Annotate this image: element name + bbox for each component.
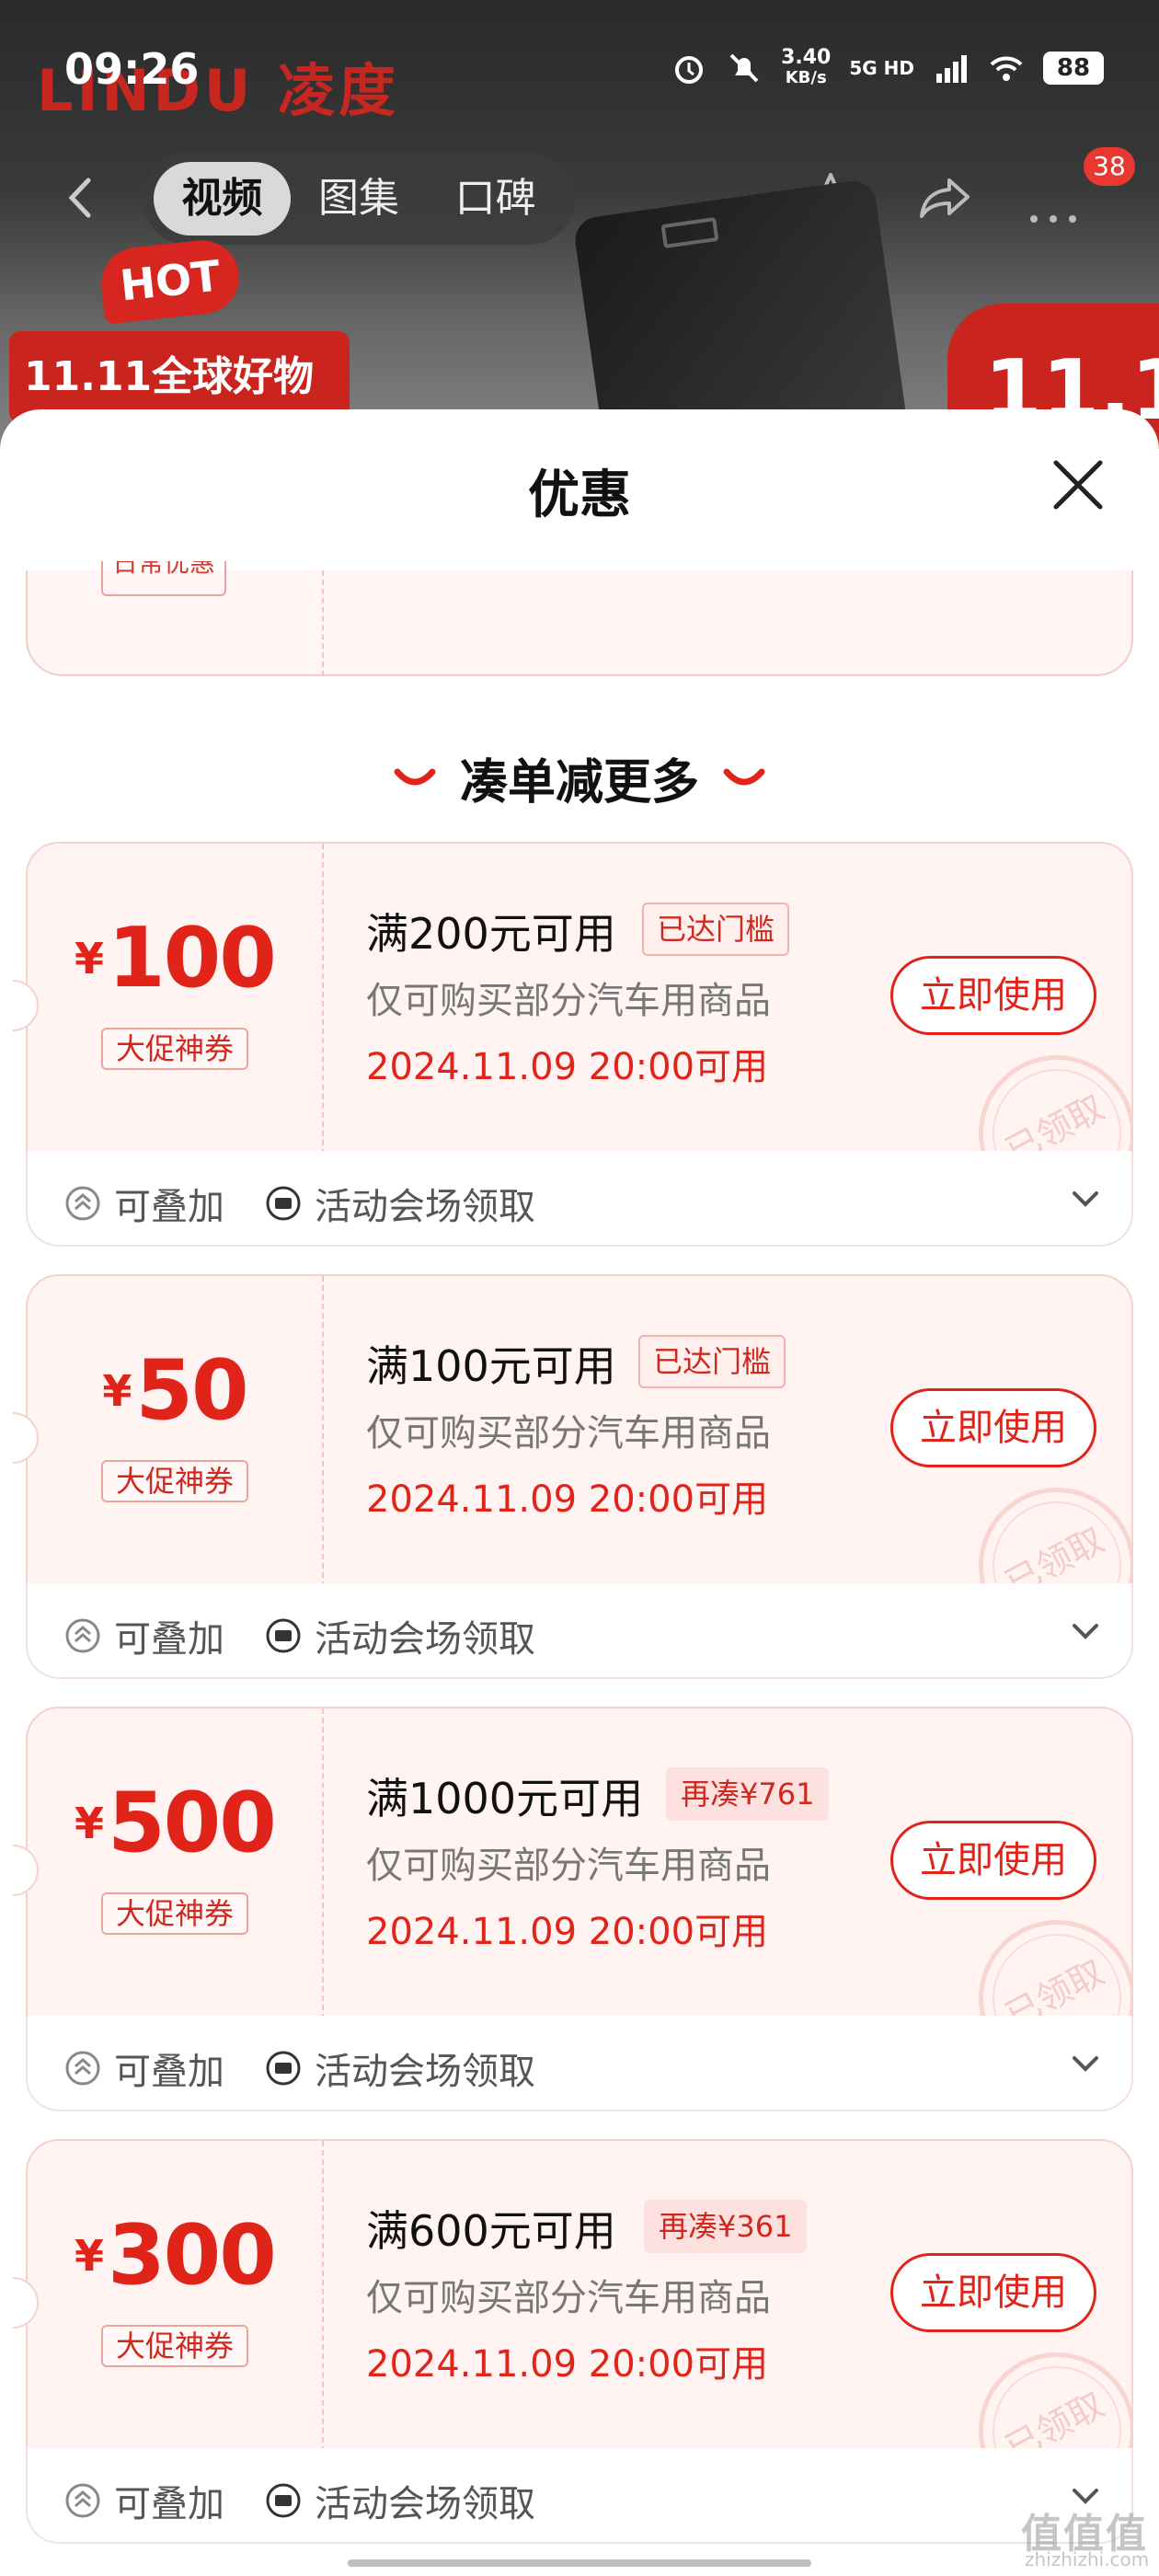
coupon-date: 2024.11.09 20:00可用 — [366, 1911, 769, 1953]
claimed-stamp: 已领取 — [951, 1460, 1131, 1583]
coupon-footer[interactable]: 可叠加 活动会场领取 — [26, 2016, 1133, 2111]
section-heading: 凑单减更多 — [0, 741, 1159, 814]
coupon-scope: 仅可购买部分汽车用商品 — [366, 1412, 771, 1455]
smile-right-icon — [723, 768, 765, 786]
coupon-scope: 仅可购买部分汽车用商品 — [366, 980, 771, 1022]
coupon-card: ¥50 大促神券 满100元可用 已达门槛 仅可购买部分汽车用商品 2024.1… — [13, 1274, 1133, 1679]
stack-icon — [65, 1186, 100, 1221]
coupon-main: ¥50 大促神券 满100元可用 已达门槛 仅可购买部分汽车用商品 2024.1… — [26, 1274, 1133, 1585]
coupon-footer[interactable]: 可叠加 活动会场领取 — [26, 1583, 1133, 1679]
coupon-divider — [322, 1276, 324, 1583]
back-arrow-icon[interactable] — [59, 175, 105, 221]
product-page-background: LINDU 凌度 09:26 3.40 KB/s 5G HD 88 视频 图集 … — [0, 0, 1159, 478]
more-dots-icon[interactable] — [1021, 167, 1085, 232]
share-icon[interactable] — [912, 167, 977, 232]
coupon-sheet: 优惠 日常优惠 凑单减更多 ¥100 大促神券 满200元可用 已达门槛 仅可购… — [0, 409, 1159, 2576]
stack-icon — [65, 2051, 100, 2086]
network-label: 5G HD — [849, 57, 914, 79]
coupon-card: ¥100 大促神券 满200元可用 已达门槛 仅可购买部分汽车用商品 2024.… — [13, 842, 1133, 1247]
coupon-divider — [322, 1708, 324, 2016]
status-icons: 3.40 KB/s 5G HD 88 — [671, 48, 1104, 88]
mute-bell-icon — [729, 53, 759, 83]
threshold-badge: 再凑¥361 — [644, 2200, 808, 2253]
coupon-condition: 满200元可用 — [366, 909, 616, 959]
stackable-info: 可叠加 — [64, 1177, 224, 1230]
threshold-badge: 已达门槛 — [638, 1335, 786, 1388]
chevron-down-icon[interactable] — [1069, 1620, 1102, 1642]
ticket-icon — [266, 2483, 301, 2518]
coupon-condition: 满100元可用 — [366, 1341, 616, 1391]
partial-coupon-card: 日常优惠 — [26, 561, 1133, 676]
coupon-type-tag: 大促神券 — [101, 1892, 248, 1935]
threshold-badge: 已达门槛 — [642, 903, 790, 956]
coupon-divider — [322, 844, 324, 1151]
ticket-icon — [266, 1186, 301, 1221]
coupon-main: ¥500 大促神券 满1000元可用 再凑¥761 仅可购买部分汽车用商品 20… — [26, 1707, 1133, 2018]
coupon-amount: ¥500 — [75, 1775, 277, 1871]
coupon-date: 2024.11.09 20:00可用 — [366, 1046, 769, 1088]
close-icon[interactable] — [1049, 455, 1107, 514]
coupon-main: ¥100 大促神券 满200元可用 已达门槛 仅可购买部分汽车用商品 2024.… — [26, 842, 1133, 1153]
sheet-title: 优惠 — [528, 466, 631, 525]
coupon-main: ¥300 大促神券 满600元可用 再凑¥361 仅可购买部分汽车用商品 202… — [26, 2139, 1133, 2450]
stackable-info: 可叠加 — [64, 2041, 224, 2095]
tab-video[interactable]: 视频 — [154, 162, 291, 236]
use-now-button[interactable]: 立即使用 — [890, 956, 1096, 1035]
use-now-button[interactable]: 立即使用 — [890, 2253, 1096, 2332]
wifi-icon — [990, 56, 1023, 81]
coupon-condition: 满1000元可用 — [366, 1774, 644, 1823]
coupon-card: ¥500 大促神券 满1000元可用 再凑¥761 仅可购买部分汽车用商品 20… — [13, 1707, 1133, 2111]
stack-icon — [65, 1618, 100, 1653]
source-info: 活动会场领取 — [265, 2474, 535, 2527]
coupon-amount: ¥50 — [102, 1342, 248, 1439]
coupon-amount: ¥100 — [75, 910, 277, 1006]
media-tabs: 视频 图集 口碑 — [143, 153, 575, 245]
use-now-button[interactable]: 立即使用 — [890, 1388, 1096, 1467]
source-info: 活动会场领取 — [265, 2041, 535, 2095]
use-now-button[interactable]: 立即使用 — [890, 1821, 1096, 1900]
ticket-icon — [266, 2051, 301, 2086]
tab-gallery[interactable]: 图集 — [291, 162, 428, 236]
coupon-footer[interactable]: 可叠加 活动会场领取 — [26, 1151, 1133, 1247]
coupon-scope: 仅可购买部分汽车用商品 — [366, 1845, 771, 1887]
stackable-info: 可叠加 — [64, 1609, 224, 1662]
net-speed: 3.40 KB/s — [781, 46, 832, 88]
alarm-icon — [675, 56, 704, 84]
threshold-badge: 再凑¥761 — [666, 1767, 830, 1821]
message-count-badge: 38 — [1084, 147, 1135, 186]
coupon-type-tag: 大促神券 — [101, 2325, 248, 2367]
coupon-amount: ¥300 — [75, 2207, 277, 2304]
partial-coupon-tag: 日常优惠 — [101, 561, 227, 596]
coupon-footer[interactable]: 可叠加 活动会场领取 — [26, 2448, 1133, 2544]
claimed-stamp: 已领取 — [951, 2325, 1131, 2448]
coupon-date: 2024.11.09 20:00可用 — [366, 2343, 769, 2386]
tab-reviews[interactable]: 口碑 — [427, 162, 564, 236]
coupon-card: ¥300 大促神券 满600元可用 再凑¥361 仅可购买部分汽车用商品 202… — [13, 2139, 1133, 2544]
coupon-date: 2024.11.09 20:00可用 — [366, 1478, 769, 1521]
coupon-divider — [322, 2141, 324, 2448]
smile-left-icon — [394, 768, 436, 786]
stack-icon — [65, 2483, 100, 2518]
status-time: 09:26 — [64, 44, 200, 94]
coupon-condition: 满600元可用 — [366, 2206, 616, 2256]
watermark-domain: zhizhizhi.com — [1025, 2548, 1150, 2570]
hot-badge: HOT — [98, 236, 243, 325]
section-title: 凑单减更多 — [459, 754, 699, 811]
claimed-stamp: 已领取 — [951, 1028, 1131, 1151]
ticket-icon — [266, 1618, 301, 1653]
home-indicator[interactable] — [348, 2559, 811, 2567]
source-info: 活动会场领取 — [265, 1177, 535, 1230]
coupon-divider — [322, 570, 324, 676]
coupon-type-tag: 大促神券 — [101, 1460, 248, 1502]
claimed-stamp: 已领取 — [951, 1892, 1131, 2016]
coupon-scope: 仅可购买部分汽车用商品 — [366, 2277, 771, 2319]
source-info: 活动会场领取 — [265, 1609, 535, 1662]
battery-indicator: 88 — [1043, 52, 1104, 85]
coupon-type-tag: 大促神券 — [101, 1028, 248, 1070]
chevron-down-icon[interactable] — [1069, 1188, 1102, 1210]
signal-icon — [936, 55, 967, 83]
chevron-down-icon[interactable] — [1069, 2053, 1102, 2075]
status-bar: 09:26 3.40 KB/s 5G HD 88 — [0, 0, 1159, 147]
stackable-info: 可叠加 — [64, 2474, 224, 2527]
